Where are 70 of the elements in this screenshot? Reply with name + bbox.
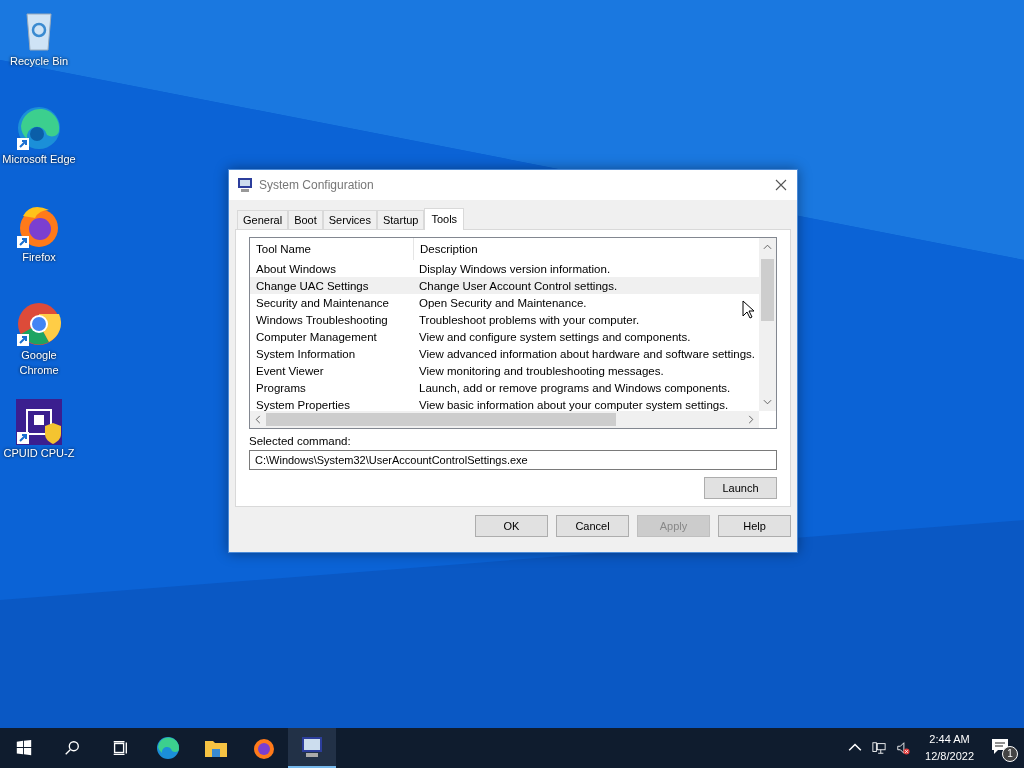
windows-start-icon[interactable] bbox=[15, 739, 33, 757]
tool-name-cell-text: Windows Troubleshooting bbox=[255, 313, 389, 326]
clock-date[interactable]: 12/8/2022 bbox=[925, 748, 974, 765]
firefox-icon bbox=[252, 736, 276, 760]
command-field[interactable]: C:\Windows\System32\UserAccountControlSettings.exe bbox=[249, 450, 777, 470]
tool-name-cell-text: System Properties bbox=[255, 398, 351, 411]
launch-button[interactable]: Launch bbox=[704, 477, 777, 499]
list-row[interactable]: System Information View advanced information about hardware and software settings. bbox=[250, 345, 759, 362]
tab[interactable]: Services bbox=[322, 210, 377, 229]
speaker-icon[interactable] bbox=[896, 741, 911, 755]
list-row[interactable]: About Windows Display Windows version information. bbox=[250, 260, 759, 277]
list-row[interactable]: System Properties View basic information about your computer system settings. bbox=[250, 396, 759, 411]
tool-name-cell-text: System Information bbox=[255, 347, 357, 360]
list-row[interactable]: Computer Management View and configure system settings and components. bbox=[250, 328, 759, 345]
edge-icon bbox=[156, 736, 180, 760]
chip-icon[interactable] bbox=[15, 398, 63, 446]
dialog-button[interactable]: Help bbox=[718, 515, 791, 537]
description-cell-text: View monitoring and troubleshooting messages. bbox=[418, 364, 664, 377]
description-cell-text: Display Windows version information. bbox=[418, 262, 611, 275]
close-icon[interactable] bbox=[775, 179, 787, 191]
list-row[interactable]: Windows Troubleshooting Troubleshoot problems with your computer. bbox=[250, 311, 759, 328]
list-row[interactable]: Change UAC Settings Change User Account Control settings. bbox=[250, 277, 759, 294]
list-row[interactable]: Event Viewer View monitoring and troubleshooting messages. bbox=[250, 362, 759, 379]
tool-name-cell-text: About Windows bbox=[255, 262, 337, 275]
tool-name-cell-text: Security and Maintenance bbox=[255, 296, 390, 309]
horizontal-scrollbar[interactable] bbox=[250, 411, 759, 428]
desktop-icon-label[interactable]: Google Chrome bbox=[1, 348, 77, 378]
mouse-cursor-icon bbox=[742, 300, 754, 319]
column-header[interactable]: Tool Name bbox=[250, 238, 414, 260]
tool-name-cell-text: Computer Management bbox=[255, 330, 378, 343]
desktop-icon-label[interactable]: Recycle Bin bbox=[1, 54, 77, 69]
description-cell-text: View advanced information about hardware and software settings. bbox=[418, 347, 756, 360]
tool-name-cell-text: Change UAC Settings bbox=[255, 279, 370, 292]
scroll-right-icon[interactable] bbox=[748, 415, 754, 424]
desktop-icon-label[interactable]: Firefox bbox=[1, 250, 77, 265]
tab[interactable]: General bbox=[237, 210, 289, 229]
vertical-scrollbar[interactable] bbox=[759, 238, 776, 411]
tool-name-cell-text: Programs bbox=[255, 381, 307, 394]
dialog-button[interactable]: Cancel bbox=[556, 515, 629, 537]
tab[interactable]: Tools bbox=[424, 208, 465, 230]
edge-icon[interactable] bbox=[15, 104, 63, 152]
computer-icon bbox=[237, 177, 253, 193]
list-row[interactable]: Programs Launch, add or remove programs and Windows components. bbox=[250, 379, 759, 396]
tab[interactable]: Boot bbox=[288, 210, 323, 229]
scroll-down-icon[interactable] bbox=[763, 399, 772, 405]
tab[interactable]: Startup bbox=[376, 210, 425, 229]
tool-name-cell-text: Event Viewer bbox=[255, 364, 325, 377]
description-cell-text: View basic information about your computer system settings. bbox=[418, 398, 729, 411]
description-cell-text: View and configure system settings and components. bbox=[418, 330, 691, 343]
clock-time[interactable]: 2:44 AM bbox=[929, 731, 970, 748]
dialog-button[interactable]: OK bbox=[475, 515, 548, 537]
description-cell-text: Troubleshoot problems with your computer. bbox=[418, 313, 640, 326]
field-label: Selected command: bbox=[249, 435, 352, 447]
window-title: System Configuration bbox=[259, 178, 375, 192]
task-view-icon[interactable] bbox=[111, 739, 129, 757]
taskbar-app-button[interactable] bbox=[288, 728, 336, 768]
computer-icon bbox=[300, 735, 324, 759]
scroll-up-icon[interactable] bbox=[763, 244, 772, 250]
scroll-left-icon[interactable] bbox=[255, 415, 261, 424]
network-icon[interactable] bbox=[872, 741, 887, 755]
notification-count-badge: 1 bbox=[1002, 746, 1018, 762]
chrome-icon[interactable] bbox=[15, 300, 63, 348]
description-cell-text: Change User Account Control settings. bbox=[418, 279, 618, 292]
description-cell-text: Open Security and Maintenance. bbox=[418, 296, 587, 309]
description-cell-text: Launch, add or remove programs and Windows components. bbox=[418, 381, 731, 394]
desktop-icon-label[interactable]: CPUID CPU-Z bbox=[1, 446, 77, 461]
search-icon[interactable] bbox=[63, 739, 81, 757]
desktop-icon-label[interactable]: Microsoft Edge bbox=[1, 152, 77, 167]
column-header[interactable]: Description bbox=[414, 238, 478, 260]
list-row[interactable]: Security and Maintenance Open Security and Maintenance. bbox=[250, 294, 759, 311]
